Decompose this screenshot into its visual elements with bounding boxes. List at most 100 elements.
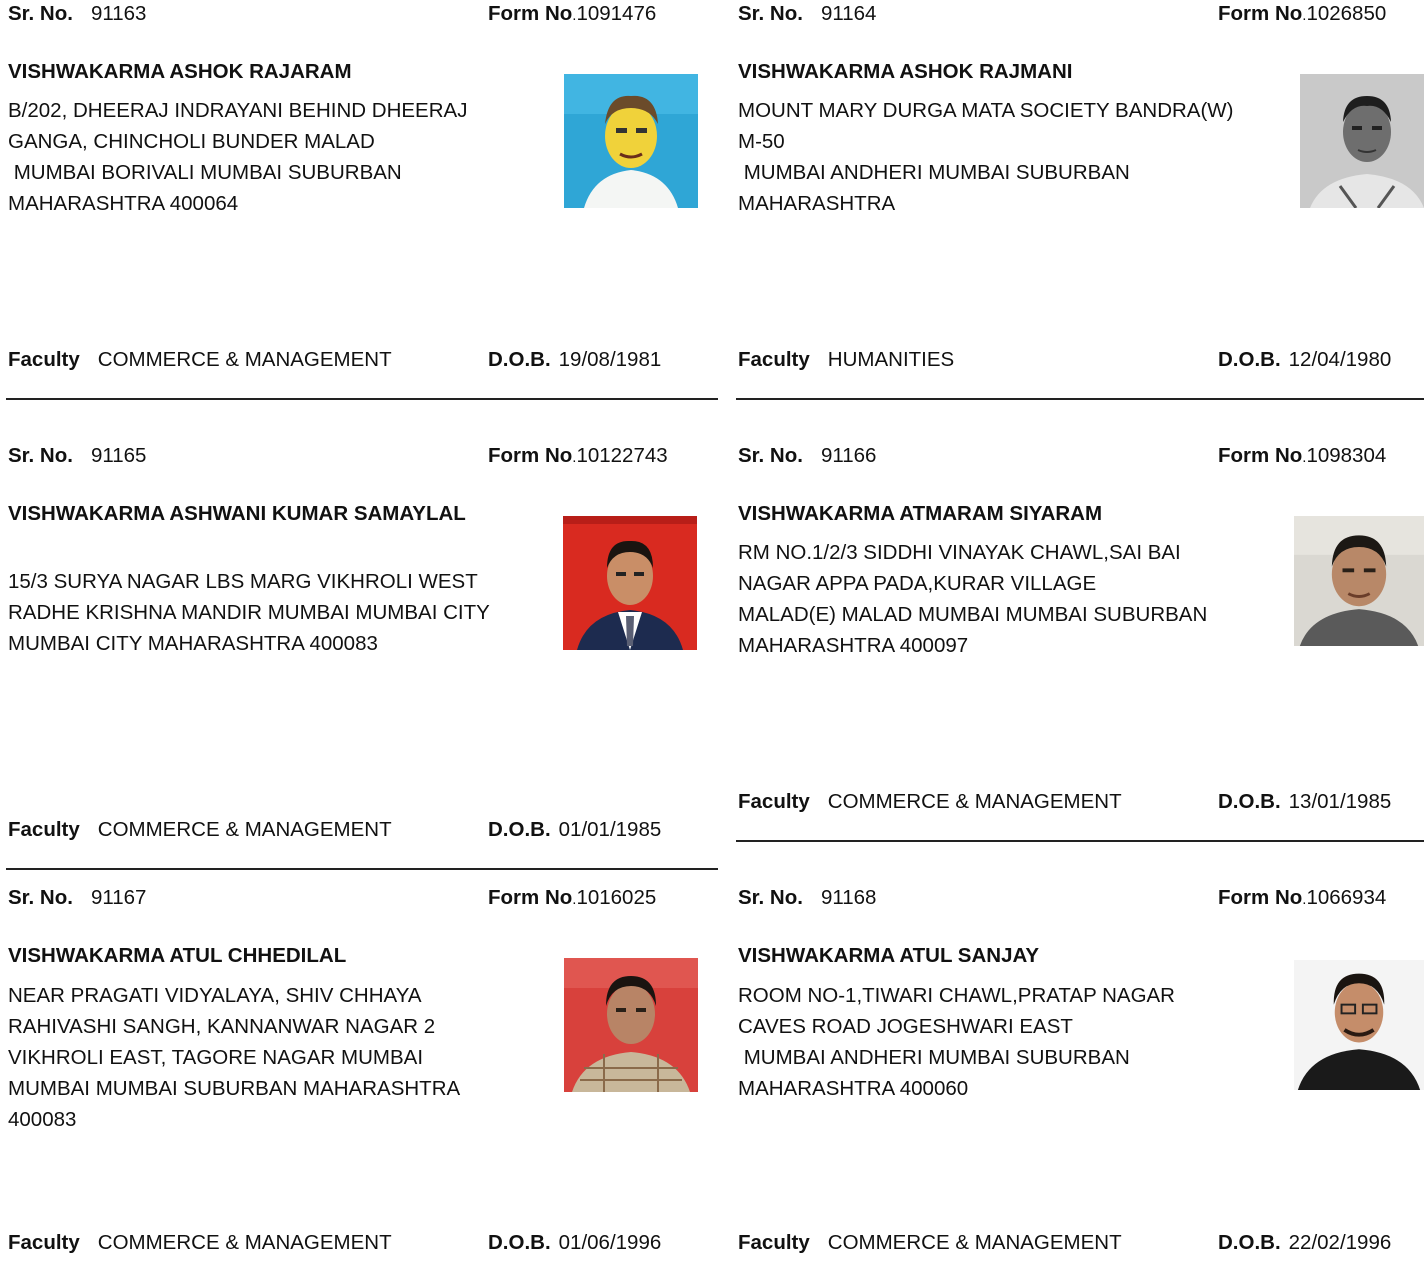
sr-no-value: 91166 [820, 444, 877, 467]
student-name: VISHWAKARMA ATUL SANJAY [738, 944, 1040, 967]
address-line: 400083 [8, 1108, 77, 1131]
student-address: MOUNT MARY DURGA MATA SOCIETY BANDRA(W) … [738, 95, 1278, 219]
student-name: VISHWAKARMA ASHOK RAJMANI [738, 60, 1073, 83]
faculty-field: Faculty HUMANITIES [738, 348, 954, 372]
address-line: B/202, DHEERAJ INDRAYANI BEHIND DHEERAJ [8, 99, 468, 122]
form-no-value: 1066934 [1306, 886, 1387, 909]
student-photo [1300, 74, 1424, 208]
address-line: NAGAR APPA PADA,KURAR VILLAGE [738, 572, 1097, 595]
student-photo [1294, 514, 1424, 648]
student-photo [564, 74, 698, 208]
faculty-value: COMMERCE & MANAGEMENT [827, 1231, 1122, 1254]
divider [6, 868, 718, 870]
address-line: MUMBAI ANDHERI MUMBAI SUBURBAN [738, 161, 1130, 184]
dob-value: 12/04/1980 [1288, 348, 1392, 371]
address-line: CAVES ROAD JOGESHWARI EAST [738, 1015, 1073, 1038]
address-line: MUMBAI CITY MAHARASHTRA 400083 [8, 632, 378, 655]
address-line: VIKHROLI EAST, TAGORE NAGAR MUMBAI [8, 1046, 424, 1069]
sr-no-label: Sr. No. [8, 886, 73, 909]
student-name: VISHWAKARMA ASHOK RAJARAM [8, 60, 352, 83]
form-no-field: Form No.10122743 [488, 444, 668, 467]
student-address: NEAR PRAGATI VIDYALAYA, SHIV CHHAYA RAHI… [8, 980, 548, 1135]
address-line: M-50 [738, 130, 785, 153]
faculty-value: HUMANITIES [827, 348, 955, 371]
form-no-value: 10122743 [576, 444, 668, 467]
divider [736, 398, 1424, 400]
sr-no-value: 91165 [90, 444, 147, 467]
dob-value: 22/02/1996 [1288, 1231, 1392, 1254]
address-line: ROOM NO-1,TIWARI CHAWL,PRATAP NAGAR [738, 984, 1175, 1007]
sr-no-value: 91168 [820, 886, 877, 909]
sr-no-field: Sr. No. 91168 [738, 886, 876, 910]
student-photo [563, 516, 697, 650]
form-no-label: Form No [1218, 444, 1303, 467]
faculty-field: Faculty COMMERCE & MANAGEMENT [8, 1231, 392, 1255]
form-no-field: Form No.1091476 [488, 2, 657, 25]
form-no-label: Form No [488, 444, 573, 467]
faculty-label: Faculty [8, 1231, 80, 1254]
form-no-value: 1098304 [1306, 444, 1387, 467]
address-line: MAHARASHTRA 400064 [8, 192, 239, 215]
dob-value: 01/01/1985 [558, 818, 662, 841]
dob-field: D.O.B. 01/01/1985 [488, 818, 661, 842]
dob-value: 13/01/1985 [1288, 790, 1392, 813]
address-line: MUMBAI ANDHERI MUMBAI SUBURBAN [738, 1046, 1130, 1069]
student-name: VISHWAKARMA ASHWANI KUMAR SAMAYLAL [8, 502, 466, 525]
form-no-label: Form No [1218, 2, 1303, 25]
form-no-field: Form No.1026850 [1218, 2, 1387, 25]
sr-no-field: Sr. No. 91167 [8, 886, 146, 910]
address-line: MALAD(E) MALAD MUMBAI MUMBAI SUBURBAN [738, 603, 1208, 626]
dob-field: D.O.B. 13/01/1985 [1218, 790, 1391, 814]
faculty-label: Faculty [8, 818, 80, 841]
faculty-label: Faculty [738, 348, 810, 371]
address-line: 15/3 SURYA NAGAR LBS MARG VIKHROLI WEST [8, 570, 478, 593]
address-line: RADHE KRISHNA MANDIR MUMBAI MUMBAI CITY [8, 601, 490, 624]
faculty-value: COMMERCE & MANAGEMENT [97, 818, 392, 841]
student-address: RM NO.1/2/3 SIDDHI VINAYAK CHAWL,SAI BAI… [738, 537, 1278, 661]
divider [6, 398, 718, 400]
form-no-field: Form No.1098304 [1218, 444, 1387, 467]
form-no-value: 1026850 [1306, 2, 1387, 25]
record-card: Sr. No. 91164 Form No.1026850 VISHWAKARMA… [730, 0, 1424, 440]
address-line: RM NO.1/2/3 SIDDHI VINAYAK CHAWL,SAI BAI [738, 541, 1181, 564]
record-card: Sr. No. 91165 Form No.10122743 VISHWAKARM… [0, 442, 718, 882]
dob-label: D.O.B. [1218, 1231, 1281, 1254]
address-line: MOUNT MARY DURGA MATA SOCIETY BANDRA(W) [738, 99, 1234, 122]
student-name: VISHWAKARMA ATUL CHHEDILAL [8, 944, 347, 967]
student-name: VISHWAKARMA ATMARAM SIYARAM [738, 502, 1103, 525]
dob-label: D.O.B. [488, 348, 551, 371]
sr-no-field: Sr. No. 91164 [738, 2, 876, 26]
sr-no-value: 91164 [820, 2, 877, 25]
address-line: MAHARASHTRA [738, 192, 896, 215]
form-no-value: 1016025 [576, 886, 657, 909]
dob-field: D.O.B. 01/06/1996 [488, 1231, 661, 1255]
student-address: 15/3 SURYA NAGAR LBS MARG VIKHROLI WEST … [8, 535, 548, 659]
address-line: MAHARASHTRA 400097 [738, 634, 969, 657]
form-no-value: 1091476 [576, 2, 657, 25]
record-card: Sr. No. 91163 Form No.1091476 VISHWAKARMA… [0, 0, 718, 440]
record-card: Sr. No. 91166 Form No.1098304 VISHWAKARMA… [730, 442, 1424, 882]
form-no-label: Form No [488, 886, 573, 909]
faculty-field: Faculty COMMERCE & MANAGEMENT [738, 790, 1122, 814]
address-line: MUMBAI BORIVALI MUMBAI SUBURBAN [8, 161, 402, 184]
divider [736, 840, 1424, 842]
faculty-value: COMMERCE & MANAGEMENT [97, 1231, 392, 1254]
dob-field: D.O.B. 12/04/1980 [1218, 348, 1391, 372]
dob-field: D.O.B. 22/02/1996 [1218, 1231, 1391, 1255]
dob-label: D.O.B. [488, 818, 551, 841]
address-line: MUMBAI MUMBAI SUBURBAN MAHARASHTRA [8, 1077, 461, 1100]
faculty-value: COMMERCE & MANAGEMENT [827, 790, 1122, 813]
sr-no-label: Sr. No. [8, 444, 73, 467]
form-no-label: Form No [1218, 886, 1303, 909]
sr-no-field: Sr. No. 91163 [8, 2, 146, 26]
student-photo [1294, 958, 1424, 1092]
form-no-field: Form No.1016025 [488, 886, 657, 909]
sr-no-label: Sr. No. [8, 2, 73, 25]
sr-no-field: Sr. No. 91166 [738, 444, 876, 468]
address-line: RAHIVASHI SANGH, KANNANWAR NAGAR 2 [8, 1015, 436, 1038]
faculty-label: Faculty [738, 1231, 810, 1254]
student-address: B/202, DHEERAJ INDRAYANI BEHIND DHEERAJ … [8, 95, 548, 219]
dob-value: 19/08/1981 [558, 348, 662, 371]
dob-field: D.O.B. 19/08/1981 [488, 348, 661, 372]
record-card: Sr. No. 91167 Form No.1016025 VISHWAKARMA… [0, 884, 712, 1277]
